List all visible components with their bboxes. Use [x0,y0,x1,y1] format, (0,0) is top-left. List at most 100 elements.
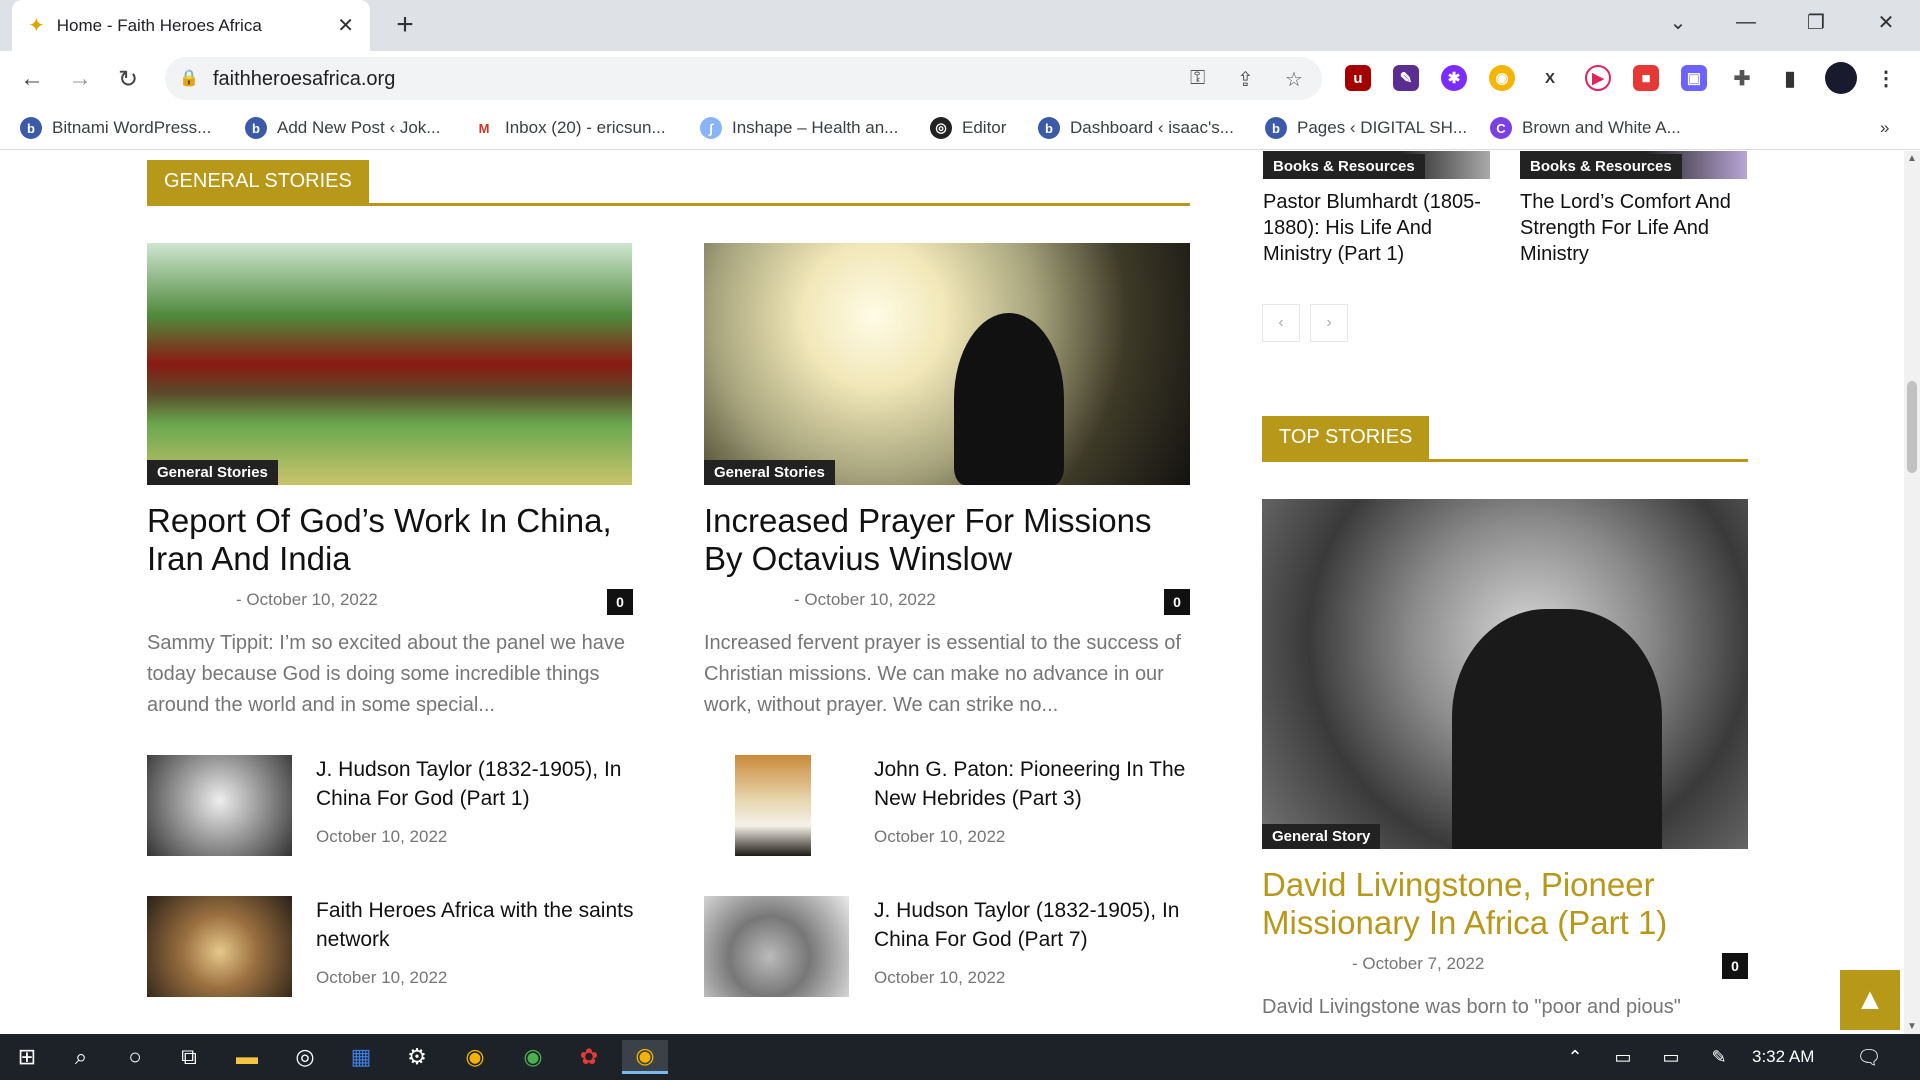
carousel-title-link[interactable]: The Lord’s Comfort And Strength For Life… [1520,189,1750,267]
bookmark-item[interactable]: b Add New Post ‹ Jok... [245,114,440,142]
category-badge[interactable]: General Stories [704,460,835,485]
thumb-praying-hands[interactable] [147,896,292,997]
thumb-hudson-taylor-7[interactable] [704,896,849,997]
carousel-title-link[interactable]: Pastor Blumhardt (1805-1880): His Life A… [1263,189,1493,267]
menu-kebab-icon[interactable]: ⋮ [1873,65,1899,91]
cortana-icon[interactable]: ○ [112,1040,158,1074]
category-badge[interactable]: General Stories [147,460,278,485]
scroll-up-arrow-icon[interactable]: ▲ [1904,153,1920,164]
restore-button[interactable]: ❐ [1782,0,1850,44]
featured-image-temple[interactable]: General Stories [147,243,632,485]
top-story-image-livingstone[interactable]: General Story [1262,499,1748,849]
post-title-link[interactable]: J. Hudson Taylor (1832-1905), In China F… [316,755,636,813]
bookmark-label: Dashboard ‹ isaac's... [1070,118,1234,137]
bookmark-star-icon[interactable]: ☆ [1285,67,1303,92]
extension-x-icon[interactable]: X [1537,65,1563,91]
featured-title-link[interactable]: Increased Prayer For Missions By Octaviu… [704,502,1194,578]
top-stories-heading: TOP STORIES [1262,416,1430,459]
extension-asterisk-icon[interactable]: ✱ [1441,65,1467,91]
share-icon[interactable]: ⇪ [1237,67,1254,92]
extensions-puzzle-icon[interactable]: ✚ [1729,65,1755,91]
scroll-thumb[interactable] [1907,381,1917,473]
bookmark-label: Editor [962,118,1007,137]
bookmark-item[interactable]: b Dashboard ‹ isaac's... [1038,114,1234,142]
side-panel-icon[interactable]: ▮ [1777,65,1803,91]
carousel-next-button[interactable]: › [1310,304,1348,342]
post-date: October 10, 2022 [316,968,448,987]
extension-red-icon[interactable]: ■ [1633,65,1659,91]
bookmark-item[interactable]: b Pages ‹ DIGITAL SH... [1265,114,1467,142]
extension-circle-icon[interactable]: ◉ [1489,65,1515,91]
carousel-prev-button[interactable]: ‹ [1262,304,1300,342]
address-bar[interactable]: 🔒 faithheroesafrica.org ⚿ ⇪ ☆ [165,57,1322,100]
file-explorer-icon[interactable]: ▬ [224,1040,270,1074]
windows-start-icon[interactable]: ⊞ [4,1040,50,1074]
scroll-to-top-button[interactable]: ▲ [1840,970,1900,1030]
page-scrollbar[interactable]: ▲ ▼ [1904,151,1920,1034]
extension-purple-icon[interactable]: ▣ [1681,65,1707,91]
extension-pen-icon[interactable]: ✎ [1393,65,1419,91]
back-button[interactable]: ← [12,59,52,99]
post-date: - October 7, 2022 [1352,954,1485,973]
tray-chevron-icon[interactable]: ⌃ [1552,1040,1598,1074]
chrome-active-icon[interactable]: ◉ [622,1040,668,1074]
task-view-icon[interactable]: ⧉ [166,1040,212,1074]
post-title-link[interactable]: J. Hudson Taylor (1832-1905), In China F… [874,896,1194,954]
comment-count[interactable]: 0 [1722,953,1748,979]
carousel-image[interactable]: Books & Resources [1263,151,1490,179]
bookmark-item[interactable]: C Brown and White A... [1490,114,1681,142]
app-red-icon[interactable]: ✿ [566,1040,612,1074]
network-icon[interactable]: ▭ [1600,1040,1646,1074]
ublock-extension-icon[interactable]: u [1345,65,1371,91]
post-date: October 10, 2022 [316,827,448,846]
category-badge[interactable]: Books & Resources [1520,154,1682,179]
post-title-link[interactable]: Faith Heroes Africa with the saints netw… [316,896,636,954]
reload-button[interactable]: ↻ [108,59,148,99]
bitnami-icon: b [1038,117,1060,139]
bookmark-item[interactable]: ∫ Inshape – Health an... [700,114,898,142]
carousel-image[interactable]: Books & Resources [1520,151,1747,179]
bookmark-item[interactable]: b Bitnami WordPress... [20,114,211,142]
url-text: faithheroesafrica.org [213,68,396,90]
new-tab-button[interactable]: + [388,8,422,42]
thumb-john-paton[interactable] [735,755,811,856]
category-badge[interactable]: Books & Resources [1263,154,1425,179]
chrome-profile-icon[interactable]: ◉ [510,1040,556,1074]
bookmarks-overflow-button[interactable]: » [1880,114,1889,142]
search-icon[interactable]: ⌕ [58,1040,104,1074]
category-badge[interactable]: General Story [1262,824,1381,849]
key-icon[interactable]: ⚿ [1190,67,1205,90]
battery-icon[interactable]: ▭ [1648,1040,1694,1074]
post-title-link[interactable]: John G. Paton: Pioneering In The New Heb… [874,755,1194,813]
settings-gear-icon[interactable]: ⚙ [394,1040,440,1074]
bookmark-item[interactable]: ◎ Editor [930,114,1006,142]
forward-button[interactable]: → [60,59,100,99]
bookmark-label: Bitnami WordPress... [52,118,212,137]
close-window-button[interactable]: ✕ [1852,0,1920,44]
word-icon[interactable]: ▦ [338,1040,384,1074]
featured-title-link[interactable]: Report Of God’s Work In China, Iran And … [147,502,632,578]
post-date: October 10, 2022 [874,968,1006,987]
post-excerpt: David Livingstone was born to "poor and … [1262,996,1681,1018]
taskbar-clock[interactable]: 3:32 AM [1752,1047,1814,1067]
notifications-icon[interactable]: 🗨 [1846,1040,1892,1074]
top-story-title-link[interactable]: David Livingstone, Pioneer Missionary In… [1262,866,1748,942]
minimize-button[interactable]: — [1712,0,1780,44]
comment-count[interactable]: 0 [607,589,633,615]
pen-icon[interactable]: ✎ [1696,1040,1742,1074]
profile-avatar[interactable] [1825,62,1857,94]
comment-count[interactable]: 0 [1164,589,1190,615]
tab-active[interactable]: ✦ Home - Faith Heroes Africa ✕ [12,0,370,51]
chrome-icon[interactable]: ◉ [452,1040,498,1074]
scroll-down-arrow-icon[interactable]: ▼ [1904,1021,1920,1032]
thumb-hudson-taylor[interactable] [147,755,292,856]
bookmark-label: Pages ‹ DIGITAL SH... [1297,118,1468,137]
close-tab-icon[interactable]: ✕ [337,13,354,38]
extension-play-icon[interactable]: ▶ [1585,65,1611,91]
featured-image-praying-man[interactable]: General Stories [704,243,1190,485]
tab-search-chevron-icon[interactable]: ⌄ [1644,0,1712,44]
editor-icon: ◎ [930,117,952,139]
app-icon[interactable]: ◎ [282,1040,328,1074]
bookmark-item[interactable]: M Inbox (20) - ericsun... [473,114,666,142]
windows-taskbar: ⊞ ⌕ ○ ⧉ ▬ ◎ ▦ ⚙ ◉ ◉ ✿ ◉ ⌃ ▭ ▭ ✎ 3:32 AM … [0,1034,1920,1080]
